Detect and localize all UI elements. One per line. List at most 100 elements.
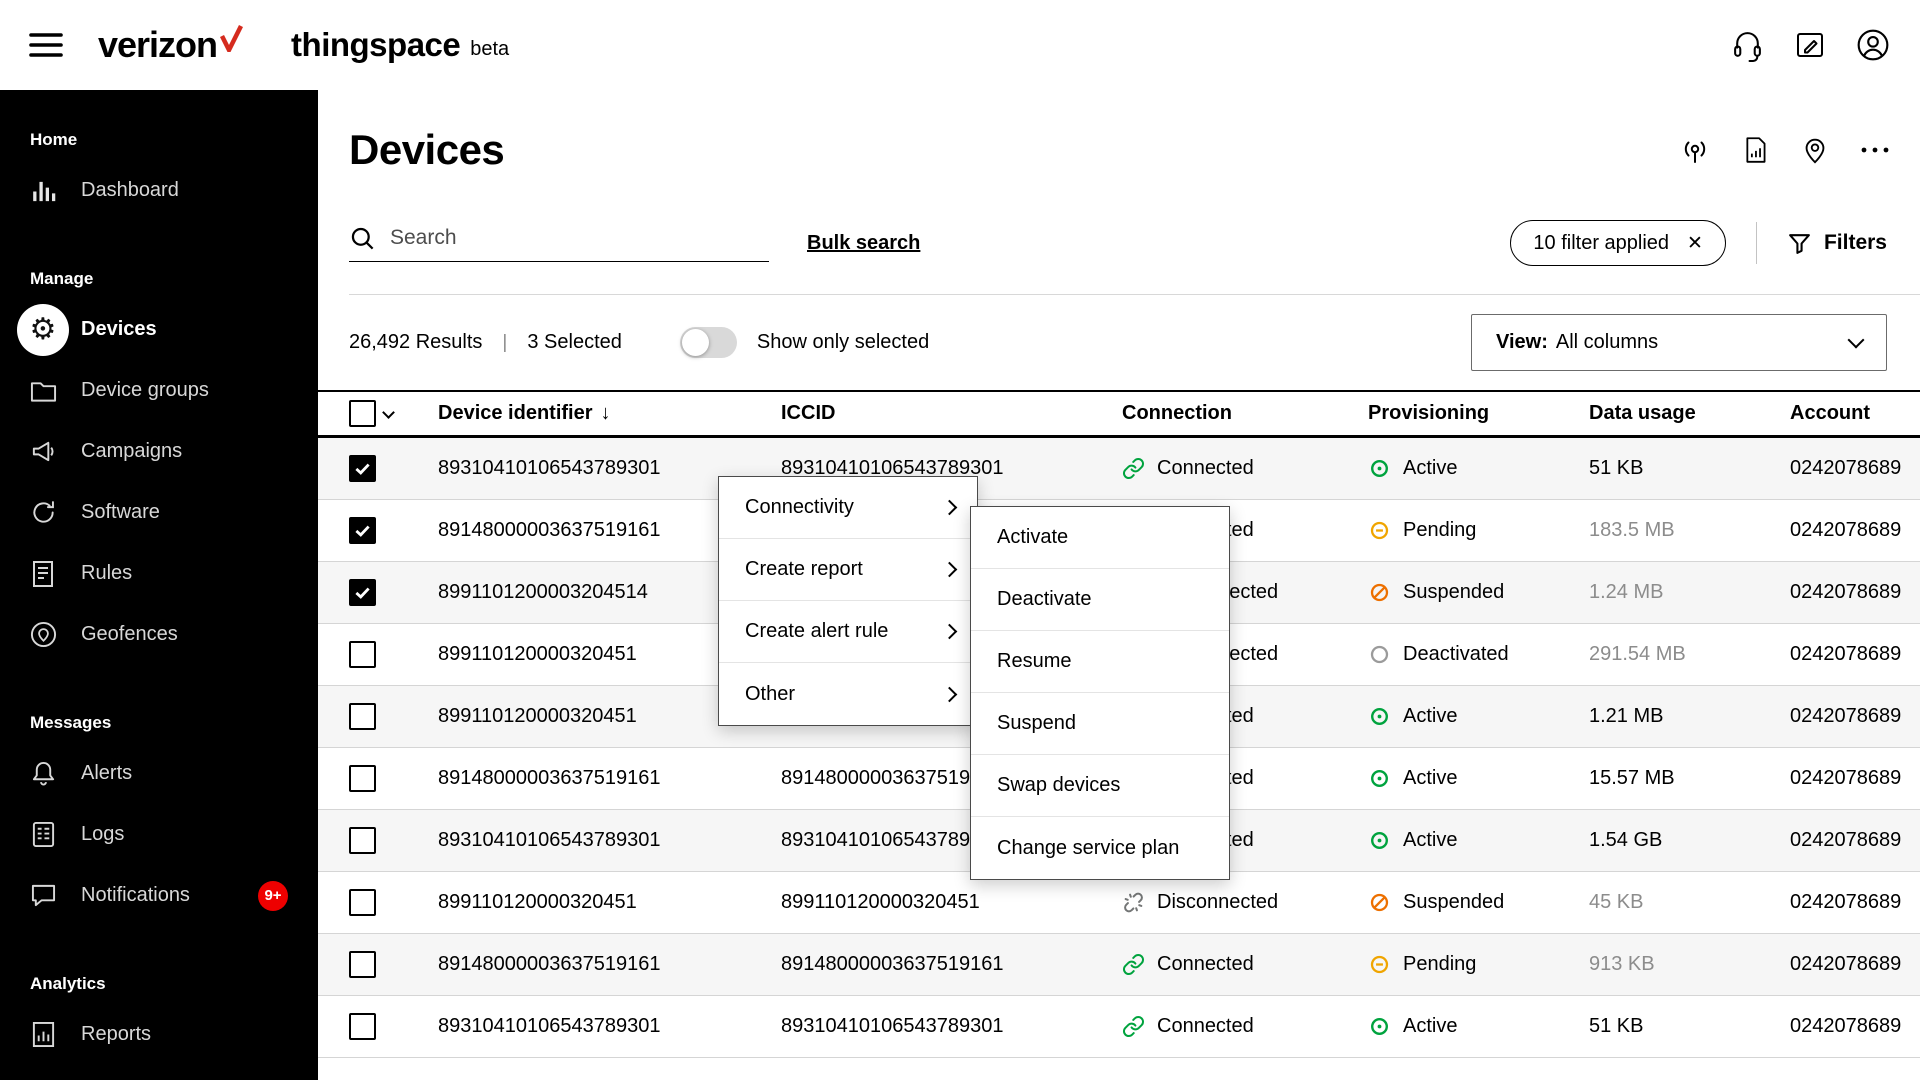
row-checkbox[interactable] (349, 1013, 376, 1040)
suspended-status-icon (1368, 891, 1391, 914)
row-checkbox[interactable] (349, 703, 376, 730)
row-checkbox[interactable] (349, 455, 376, 482)
connection-cell: Disconnected (1122, 891, 1368, 914)
table-row[interactable]: 89310410106543789301 89310410106543789301… (318, 996, 1920, 1058)
header-provisioning[interactable]: Provisioning (1368, 402, 1589, 425)
account-cell: 0242078689 (1790, 705, 1902, 727)
data-usage-cell: 1.54 GB (1589, 829, 1663, 851)
filter-pill-label: 10 filter applied (1533, 231, 1670, 254)
logs-icon (17, 809, 69, 861)
results-separator: | (502, 331, 508, 353)
device-identifier-cell: 89310410106543789301 (438, 1015, 661, 1037)
table-row[interactable]: 899110120000320451 899110120000320451 Disc… (318, 872, 1920, 934)
data-usage-cell: 51 KB (1589, 1015, 1644, 1037)
menu-item-create-report[interactable]: Create report (719, 539, 977, 601)
filter-applied-pill[interactable]: 10 filter applied ✕ (1510, 220, 1726, 266)
active-status-icon (1368, 705, 1391, 728)
row-checkbox[interactable] (349, 951, 376, 978)
menu-item-connectivity[interactable]: Connectivity (719, 477, 977, 539)
sidebar-item-software[interactable]: Software (0, 482, 318, 543)
topbar-actions (1731, 28, 1890, 62)
support-headset-icon[interactable] (1731, 29, 1764, 62)
menu-item-suspend[interactable]: Suspend (971, 693, 1229, 755)
filters-button[interactable]: Filters (1787, 231, 1887, 256)
hamburger-menu-icon[interactable] (28, 31, 64, 59)
show-only-selected-toggle[interactable] (679, 327, 737, 358)
table-header-row: Device identifier ↓ ICCID Connection Prov… (318, 390, 1920, 438)
sidebar: Home Devices Dashboard Manage ⚙ Devices … (0, 90, 318, 1080)
sidebar-item-device-groups[interactable]: Device groups (0, 360, 318, 421)
row-checkbox[interactable] (349, 889, 376, 916)
menu-item-resume[interactable]: Resume (971, 631, 1229, 693)
sidebar-item-devices[interactable]: ⚙ Devices (0, 299, 318, 360)
connected-icon (1122, 1015, 1145, 1038)
sim-card-icon[interactable] (1741, 134, 1770, 166)
row-select-cell (318, 517, 438, 544)
select-menu-chevron-icon[interactable] (382, 405, 395, 419)
table-row[interactable]: 89148000003637519161 89148000003637519161… (318, 934, 1920, 996)
header-data-usage[interactable]: Data usage (1589, 402, 1790, 425)
sidebar-item-rules[interactable]: Rules (0, 543, 318, 604)
account-cell: 0242078689 (1790, 581, 1902, 603)
sidebar-item-geofences[interactable]: Geofences (0, 604, 318, 665)
menu-item-other[interactable]: Other (719, 663, 977, 725)
active-status-icon (1368, 829, 1391, 852)
sidebar-item-logs[interactable]: Logs (0, 804, 318, 865)
table-row[interactable]: 89310410106543789301 89310410106543789301… (318, 438, 1920, 500)
menu-item-activate[interactable]: Activate (971, 507, 1229, 569)
device-identifier-cell: 899110120000320451 (438, 891, 637, 913)
pending-status-icon (1368, 953, 1391, 976)
iccid-cell: 89148000003637519161 (781, 953, 1004, 975)
account-icon[interactable] (1856, 28, 1890, 62)
provisioning-cell: Suspended (1368, 891, 1589, 914)
more-options-icon[interactable] (1860, 145, 1890, 155)
row-checkbox[interactable] (349, 641, 376, 668)
clear-filters-icon[interactable]: ✕ (1687, 232, 1703, 255)
account-cell: 0242078689 (1790, 643, 1902, 665)
thingspace-wordmark: thingspace (291, 26, 461, 63)
select-all-checkbox[interactable] (349, 400, 376, 427)
sidebar-item-campaigns[interactable]: Campaigns (0, 421, 318, 482)
location-pin-icon[interactable] (1800, 134, 1830, 166)
vertical-divider (1755, 222, 1757, 264)
toggle-knob (681, 329, 709, 356)
section-label-manage: Manage (30, 269, 94, 288)
data-usage-cell: 1.21 MB (1589, 705, 1664, 727)
bulk-search-link[interactable]: Bulk search (807, 232, 920, 255)
row-select-cell (318, 455, 438, 482)
sort-descending-icon[interactable]: ↓ (601, 402, 611, 424)
bell-icon (17, 748, 69, 800)
data-usage-cell: 15.57 MB (1589, 767, 1675, 789)
provisioning-cell: Suspended (1368, 581, 1589, 604)
menu-item-deactivate[interactable]: Deactivate (971, 569, 1229, 631)
row-checkbox[interactable] (349, 765, 376, 792)
show-only-selected-label: Show only selected (756, 331, 930, 353)
suspended-status-icon (1368, 581, 1391, 604)
menu-item-swap-devices[interactable]: Swap devices (971, 755, 1229, 817)
account-cell: 0242078689 (1790, 519, 1902, 541)
menu-item-create-alert-rule[interactable]: Create alert rule (719, 601, 977, 663)
header-iccid[interactable]: ICCID (781, 402, 1122, 425)
header-account[interactable]: Account (1790, 402, 1920, 425)
feedback-icon[interactable] (1794, 29, 1826, 61)
row-checkbox[interactable] (349, 827, 376, 854)
broadcast-icon[interactable] (1679, 134, 1711, 166)
active-status-icon (1368, 767, 1391, 790)
filters-label: Filters (1823, 231, 1887, 254)
header-connection[interactable]: Connection (1122, 402, 1368, 425)
row-checkbox[interactable] (349, 517, 376, 544)
row-select-cell (318, 641, 438, 668)
header-device-identifier[interactable]: Device identifier ↓ (438, 402, 781, 425)
search-input[interactable] (390, 226, 769, 250)
menu-item-change-service-plan[interactable]: Change service plan (971, 817, 1229, 879)
sidebar-item-dashboard[interactable]: Devices Dashboard (0, 160, 318, 221)
row-select-cell (318, 889, 438, 916)
sync-icon (17, 487, 69, 539)
provisioning-cell: Pending (1368, 519, 1589, 542)
sidebar-item-reports[interactable]: Reports (0, 1004, 318, 1065)
sidebar-item-notifications[interactable]: Notifications 9+ (0, 865, 318, 926)
row-checkbox[interactable] (349, 579, 376, 606)
view-columns-dropdown[interactable]: View: All columns (1471, 314, 1887, 371)
data-usage-cell: 291.54 MB (1589, 643, 1686, 665)
sidebar-item-alerts[interactable]: Alerts (0, 743, 318, 804)
